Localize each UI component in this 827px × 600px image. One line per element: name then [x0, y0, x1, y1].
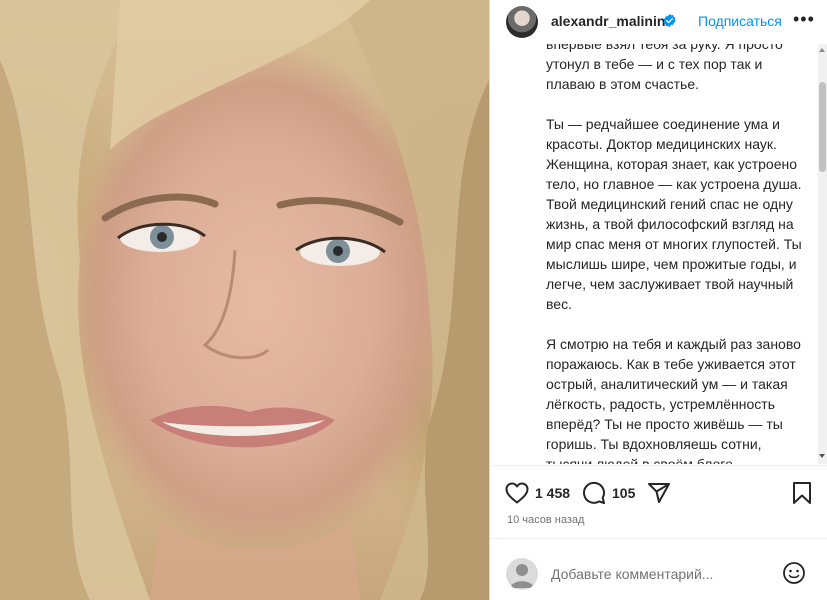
- caption-paragraph: Я смотрю на тебя и каждый раз заново пор…: [546, 336, 801, 464]
- follow-button[interactable]: Подписаться: [698, 13, 782, 29]
- default-avatar-icon: [510, 564, 534, 588]
- post-header: alexandr_malinin Подписаться •••: [490, 0, 827, 44]
- author-username[interactable]: alexandr_malinin: [551, 13, 665, 29]
- post-photo: [0, 0, 489, 600]
- caption-paragraph: Ты — редчайшее соединение ума и красоты.…: [546, 116, 802, 312]
- scroll-down-arrow-icon[interactable]: [819, 454, 825, 458]
- caption-scroll-area[interactable]: впервые взял тебя за руку. Я просто утон…: [490, 44, 810, 464]
- comment-input[interactable]: [551, 563, 761, 585]
- caption-paragraph: впервые взял тебя за руку. Я просто утон…: [546, 44, 783, 92]
- more-options-button[interactable]: •••: [793, 9, 815, 30]
- heart-icon[interactable]: [505, 482, 529, 504]
- scrollbar-thumb[interactable]: [819, 82, 826, 172]
- caption-text: впервые взял тебя за руку. Я просто утон…: [546, 44, 808, 464]
- likes-count[interactable]: 1 458: [535, 485, 570, 501]
- post-side-panel: alexandr_malinin Подписаться ••• впервые…: [490, 0, 827, 600]
- verified-badge-icon: [663, 13, 676, 28]
- comments-count[interactable]: 105: [612, 485, 635, 501]
- actions-divider: [490, 465, 827, 466]
- scroll-up-arrow-icon[interactable]: [819, 48, 825, 52]
- comment-icon[interactable]: [582, 481, 606, 505]
- user-avatar: [506, 558, 538, 590]
- bookmark-icon[interactable]: [792, 481, 812, 505]
- share-icon[interactable]: [647, 481, 671, 505]
- post-actions: 1 458 105: [490, 478, 827, 508]
- emoji-icon[interactable]: [782, 561, 806, 585]
- post-timestamp[interactable]: 10 часов назад: [507, 514, 584, 526]
- author-avatar[interactable]: [506, 6, 538, 38]
- caption-scrollbar[interactable]: [818, 44, 827, 464]
- comment-divider: [490, 538, 827, 539]
